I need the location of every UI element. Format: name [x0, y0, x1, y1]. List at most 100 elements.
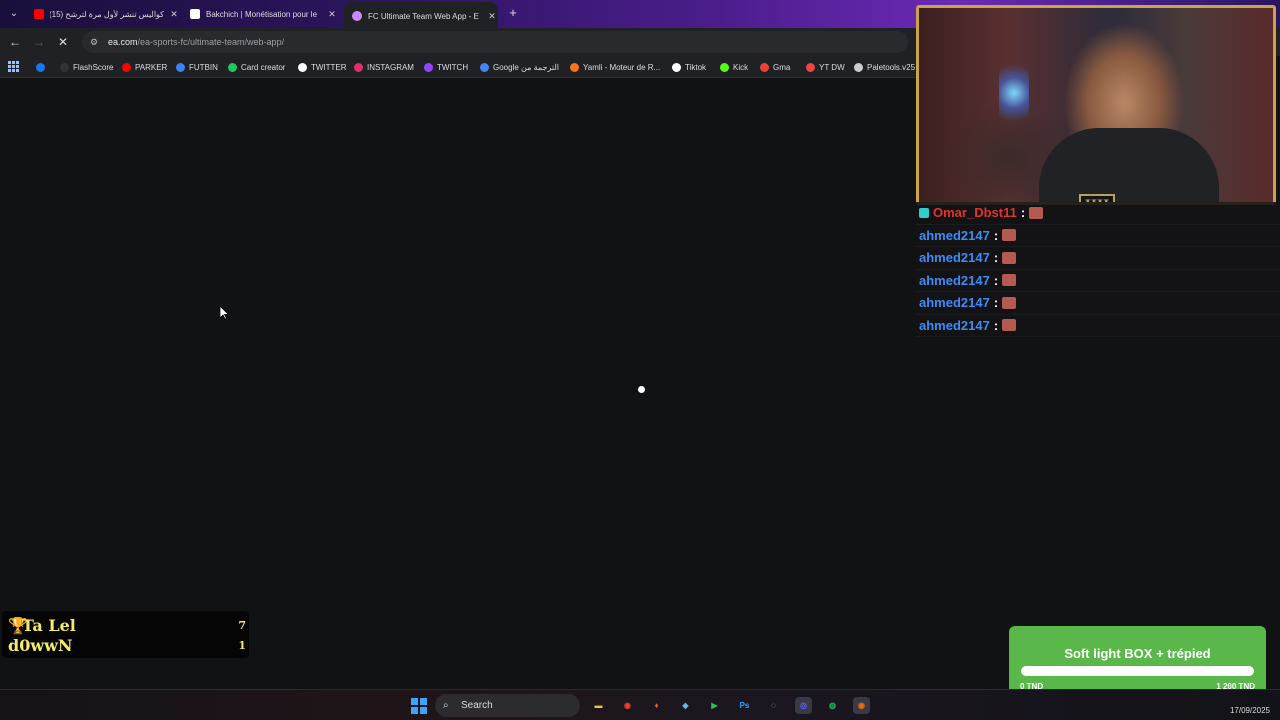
chat-emote-icon	[1002, 319, 1017, 332]
forward-button[interactable]: →	[32, 35, 46, 49]
taskbar-search[interactable]: ⌕ Search	[435, 694, 580, 717]
chrome-icon[interactable]: ◉	[619, 697, 636, 714]
score-row-player1: 🏆Ta Lel 7	[8, 615, 246, 635]
new-tab-button[interactable]: +	[506, 6, 520, 20]
site-info-icon[interactable]: ⚙	[88, 36, 100, 48]
tab-0[interactable]: كواليس تنشر لأول مرة لترشح (15) ✕	[30, 3, 180, 25]
bookmark-9[interactable]: Yamli - Moteur de R...	[570, 60, 660, 74]
app-icon[interactable]: ▶	[706, 697, 723, 714]
bookmark-label: YT DW	[819, 62, 845, 72]
ea-icon	[352, 11, 362, 21]
bookmark-label: TWITCH	[437, 62, 469, 72]
photoshop-icon[interactable]: Ps	[736, 697, 753, 714]
bookmark-6[interactable]: INSTAGRAM	[354, 60, 414, 74]
player2-score: 1	[238, 638, 246, 652]
chat-message: ahmed2147:	[916, 224, 1280, 247]
chat-message: ahmed2147:	[916, 247, 1280, 270]
bookmark-13[interactable]: YT DW	[806, 60, 845, 74]
bookmark-14[interactable]: Paletools.v25	[854, 60, 915, 74]
tab-title: كواليس تنشر لأول مرة لترشح (15)	[50, 9, 164, 19]
chat-username: Omar_Dbst11	[933, 205, 1017, 221]
discord-icon[interactable]: ◎	[795, 697, 812, 714]
tab-1[interactable]: Bakchich | Monétisation pour le ✕	[186, 3, 338, 25]
file-explorer-icon[interactable]: ▬	[590, 697, 607, 714]
google-translate-icon	[480, 62, 489, 72]
bookmark-label: INSTAGRAM	[367, 62, 414, 72]
bookmark-3[interactable]: FUTBIN	[176, 60, 218, 74]
paletools-icon	[854, 62, 863, 72]
bookmark-label: FlashScore	[73, 62, 114, 72]
bookmark-label: Yamli - Moteur de R...	[583, 62, 661, 72]
tab-2[interactable]: FC Ultimate Team Web App - E ✕	[344, 2, 498, 28]
spotify-icon[interactable]: ◍	[824, 697, 841, 714]
chat-emote-icon	[1002, 296, 1017, 309]
bookmark-7[interactable]: TWITCH	[424, 60, 468, 74]
bookmarks-bar: FlashScore PARKER FUTBIN Card creator TWITTE…	[0, 56, 916, 78]
stop-loading-button[interactable]: ✕	[56, 35, 70, 49]
apps-grid-icon[interactable]	[8, 61, 19, 72]
mouse-cursor-icon	[220, 306, 229, 320]
chat-message: ahmed2147:	[916, 269, 1280, 292]
brave-icon[interactable]: ♦	[648, 697, 665, 714]
futbin-icon	[176, 62, 185, 72]
bookmark-label: Gma	[773, 62, 791, 72]
taskbar-date: 17/09/2025	[1229, 706, 1270, 715]
youtube-icon	[122, 62, 131, 72]
bookmark-10[interactable]: Tiktok	[672, 60, 706, 74]
close-icon[interactable]: ✕	[168, 9, 180, 20]
url-path: /ea-sports-fc/ultimate-team/web-app/	[137, 37, 285, 47]
bookmark-12[interactable]: Gma	[760, 60, 790, 74]
close-icon[interactable]: ✕	[326, 9, 338, 20]
chat-username: ahmed2147	[919, 272, 990, 288]
chat-emote-icon	[1002, 274, 1017, 287]
chat-separator: :	[993, 227, 999, 243]
search-label: Search	[461, 700, 493, 711]
bookmark-label: Kick	[733, 62, 749, 72]
chat-username: ahmed2147	[919, 317, 990, 333]
tab-search-dropdown-icon[interactable]: ⌄	[6, 6, 22, 22]
bookmark-label: FUTBIN	[189, 62, 218, 72]
chat-emote-icon	[1002, 251, 1017, 264]
bookmark-0[interactable]	[36, 60, 49, 74]
bookmark-label: Paletools.v25	[867, 62, 916, 72]
chat-emote-icon	[1029, 206, 1044, 219]
browser-icon[interactable]: ◉	[853, 697, 870, 714]
back-button[interactable]: ←	[8, 35, 22, 49]
webcam-overlay: HH	[916, 5, 1276, 205]
flashscore-icon	[60, 62, 69, 72]
chat-separator: :	[1020, 205, 1026, 221]
chat-username: ahmed2147	[919, 227, 990, 243]
bookmark-1[interactable]: FlashScore	[60, 60, 113, 74]
address-bar[interactable]: ⚙ ea.com /ea-sports-fc/ultimate-team/web…	[82, 31, 908, 53]
bookmark-4[interactable]: Card creator	[228, 60, 285, 74]
chat-separator: :	[993, 272, 999, 288]
steam-icon[interactable]: ◈	[677, 697, 694, 714]
bakchich-icon	[190, 9, 200, 19]
obs-icon[interactable]: ◌	[765, 697, 782, 714]
bookmark-label: PARKER	[135, 62, 168, 72]
x-icon	[298, 62, 307, 72]
score-overlay: 🏆Ta Lel 7 d0wwN 1	[2, 611, 249, 658]
card-creator-icon	[228, 62, 237, 72]
bookmark-8[interactable]: Google الترجمة من	[480, 60, 559, 74]
chat-username: ahmed2147	[919, 295, 990, 311]
bookmark-5[interactable]: TWITTER	[298, 60, 347, 74]
web-app-page[interactable]	[0, 79, 916, 689]
chat-separator: :	[993, 317, 999, 333]
chat-separator: :	[993, 295, 999, 311]
chat-message: Omar_Dbst11:	[916, 202, 1280, 225]
bookmark-11[interactable]: Kick	[720, 60, 748, 74]
player1-name: Ta Lel	[22, 615, 76, 635]
taskbar: ⌕ Search ▬ ◉ ♦ ◈ ▶ Ps ◌ ◎ ◍ ◉ 17/09/2025	[0, 689, 1280, 720]
goal-progress-bar	[1021, 666, 1254, 676]
youtube-icon	[34, 9, 44, 19]
chat-overlay: Omar_Dbst11: ahmed2147: ahmed2147: ahmed214…	[916, 202, 1280, 337]
trophy-icon: 🏆	[8, 615, 28, 635]
windows-start-icon[interactable]	[411, 698, 427, 714]
loading-indicator	[638, 386, 645, 393]
bookmark-label: Tiktok	[685, 62, 707, 72]
player1-score: 7	[238, 618, 246, 632]
bookmark-2[interactable]: PARKER	[122, 60, 167, 74]
bookmark-label: Google الترجمة من	[493, 62, 559, 72]
close-icon[interactable]: ✕	[486, 11, 498, 22]
